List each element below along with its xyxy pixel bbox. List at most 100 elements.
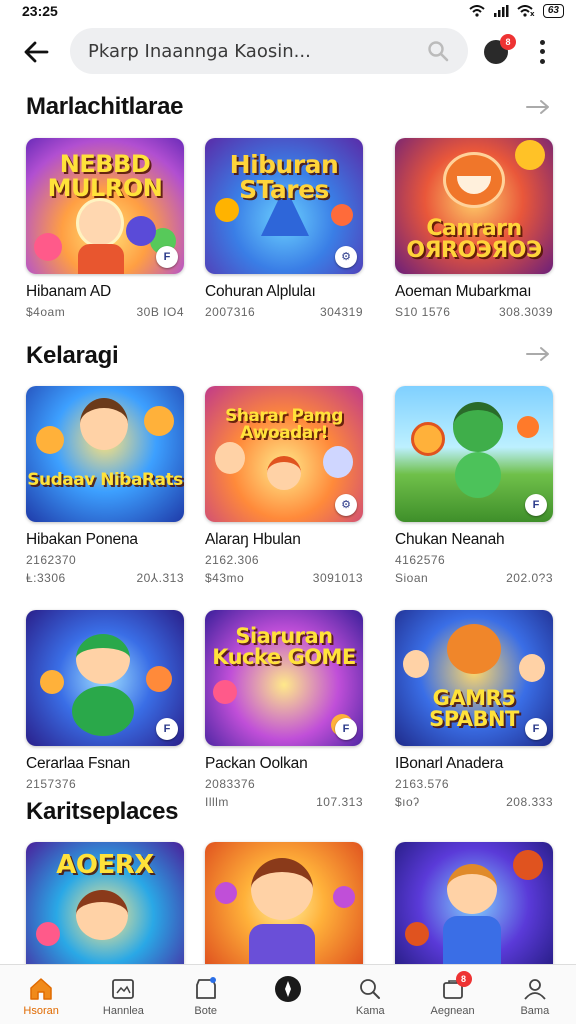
gallery-icon [108, 975, 138, 1003]
nav-label: Bote [194, 1005, 218, 1017]
game-title: Hibanam AD [26, 283, 112, 300]
search-icon[interactable] [426, 39, 450, 63]
game-title: IBonarl Anadera [395, 755, 504, 772]
game-card[interactable]: Canrarn ОЯRОЭЯОЭ Aoeman Mubarkmaı S10 15… [395, 138, 553, 319]
game-thumbnail[interactable]: Hiburan STares ⚙ [205, 138, 363, 274]
nav-label: Hannlea [102, 1005, 144, 1017]
game-art-text: Canrarn ОЯRОЭЯОЭ [406, 216, 542, 263]
nav-item-home[interactable]: Hsoran [0, 965, 82, 1024]
game-badge-icon: F [335, 718, 357, 740]
game-thumbnail[interactable]: AOERX [26, 842, 184, 964]
game-meta-left: Ⱡ:3306 [26, 571, 66, 585]
game-meta: 2007316 304319 [205, 305, 363, 319]
section-title: Kelaragi [26, 342, 119, 369]
game-subtitle: 2162.306 [205, 553, 260, 567]
game-meta: S10 1576 308.3039 [395, 305, 553, 319]
nav-item-search[interactable]: Kama [329, 965, 411, 1024]
game-badge-icon: ⚙ [335, 246, 357, 268]
game-card[interactable]: Sharar Pamg Awoadar! ⚙ Alaraŋ Hbulan 216… [205, 386, 363, 585]
section-arrow-icon[interactable] [524, 344, 552, 364]
game-title: Chukan Neanah [395, 531, 505, 548]
battery-icon: 63 [542, 4, 564, 18]
game-meta: Sioan 202.0?3 [395, 571, 553, 585]
back-arrow-icon [24, 41, 49, 63]
game-meta-left: $43mo [205, 571, 245, 585]
game-card[interactable] [205, 842, 363, 964]
game-art-text: Hiburan STares [229, 150, 339, 204]
game-title: Alaraŋ Hbulan [205, 531, 301, 548]
game-thumbnail[interactable]: Siaruran Kucke GOME F [205, 610, 363, 746]
more-options-button[interactable] [530, 38, 554, 66]
game-thumbnail[interactable]: F [395, 386, 553, 522]
game-art-text: Sharar Pamg Awoadar! [225, 406, 343, 443]
game-meta: $4oam 30B IO4 [26, 305, 184, 319]
search-input-text: Pkarp Inaannga Kaosin... [88, 40, 311, 62]
box-icon [191, 975, 221, 1003]
game-meta-right: 208.333 [506, 795, 553, 809]
signal-icon [493, 5, 509, 17]
game-art-text: Sudaav NibaRats [27, 470, 183, 490]
game-meta: Ⱡ:3306 20⅄.313 [26, 571, 184, 585]
game-thumbnail[interactable]: NEBBD MULRON F [26, 138, 184, 274]
game-meta-right: 20⅄.313 [136, 571, 184, 585]
game-subtitle: 2157376 [26, 777, 77, 791]
game-meta-left: $4oam [26, 305, 66, 319]
game-meta-left: Illlm [205, 795, 229, 809]
game-card[interactable]: AOERX [26, 842, 184, 964]
compass-icon [273, 975, 303, 1003]
game-thumbnail[interactable] [205, 842, 363, 964]
game-card[interactable]: Siaruran Kucke GOME F Packan Oolkan 2083… [205, 610, 363, 809]
bottom-nav: Hsoran Hannlea Bote Kama 8 Aegnean Bama [0, 964, 576, 1024]
notification-button[interactable]: 8 [484, 34, 516, 64]
game-title: Cerarlaa Fsnan [26, 755, 131, 772]
nav-item-bag[interactable]: 8 Aegnean [411, 965, 493, 1024]
nav-label: Hsoran [23, 1005, 59, 1017]
game-title: Packan Oolkan [205, 755, 308, 772]
game-card[interactable] [395, 842, 553, 964]
game-meta-right: 308.3039 [498, 305, 553, 319]
top-bar: Pkarp Inaannga Kaosin... 8 [0, 26, 576, 76]
game-subtitle: 2162370 [26, 553, 77, 567]
home-icon [26, 975, 56, 1003]
game-thumbnail[interactable]: Sudaav NibaRats [26, 386, 184, 522]
search-input[interactable]: Pkarp Inaannga Kaosin... [70, 28, 468, 74]
game-badge-icon: ⚙ [335, 494, 357, 516]
game-meta-left: 2007316 [205, 305, 256, 319]
nav-label: Bama [520, 1005, 550, 1017]
game-thumbnail[interactable]: Canrarn ОЯRОЭЯОЭ [395, 138, 553, 274]
game-meta-right: 202.0?3 [506, 571, 553, 585]
game-subtitle: 2083376 [205, 777, 256, 791]
notification-badge: 8 [500, 34, 516, 50]
game-thumbnail[interactable]: F [26, 610, 184, 746]
nav-label: Aegnean [430, 1005, 475, 1017]
game-thumbnail[interactable] [395, 842, 553, 964]
section-arrow-icon[interactable] [524, 97, 552, 117]
game-meta-right: 304319 [319, 305, 363, 319]
game-badge-icon: F [525, 494, 547, 516]
game-meta-right: 3091013 [312, 571, 363, 585]
section-title: Karitseplaces [26, 798, 185, 826]
game-thumbnail[interactable]: Sharar Pamg Awoadar! ⚙ [205, 386, 363, 522]
game-card[interactable]: Sudaav NibaRats Hibakan Ponena 2162370 Ⱡ… [26, 386, 184, 585]
game-badge-icon: F [156, 718, 178, 740]
svg-text:x: x [530, 10, 535, 17]
back-button[interactable] [18, 34, 54, 70]
game-card[interactable]: Hiburan STares ⚙ Cohuran Alplulaı 200731… [205, 138, 363, 319]
game-art-text: AOERX [56, 850, 154, 880]
game-card[interactable]: F Cerarlaa Fsnan 2157376 [26, 610, 184, 791]
more-dot-icon [539, 40, 545, 46]
wifi-icon [469, 5, 485, 17]
nav-item-gallery[interactable]: Hannlea [82, 965, 164, 1024]
more-dot-icon [539, 58, 545, 64]
nav-item-box[interactable]: Bote [165, 965, 247, 1024]
nav-badge: 8 [455, 971, 472, 987]
nav-item-compass[interactable] [247, 965, 329, 1024]
game-thumbnail[interactable]: GAMR5 SPABNT F [395, 610, 553, 746]
nav-label: Kama [355, 1005, 385, 1017]
game-card[interactable]: F Chukan Neanah 4162576 Sioan 202.0?3 [395, 386, 553, 585]
game-card[interactable]: NEBBD MULRON F Hibanam AD $4oam 30B IO4 [26, 138, 184, 319]
wifi-2-icon: x [517, 5, 535, 17]
nav-item-profile[interactable]: Bama [494, 965, 576, 1024]
game-title: Cohuran Alplulaı [205, 283, 316, 300]
game-card[interactable]: GAMR5 SPABNT F IBonarl Anadera 2163.576 … [395, 610, 553, 809]
